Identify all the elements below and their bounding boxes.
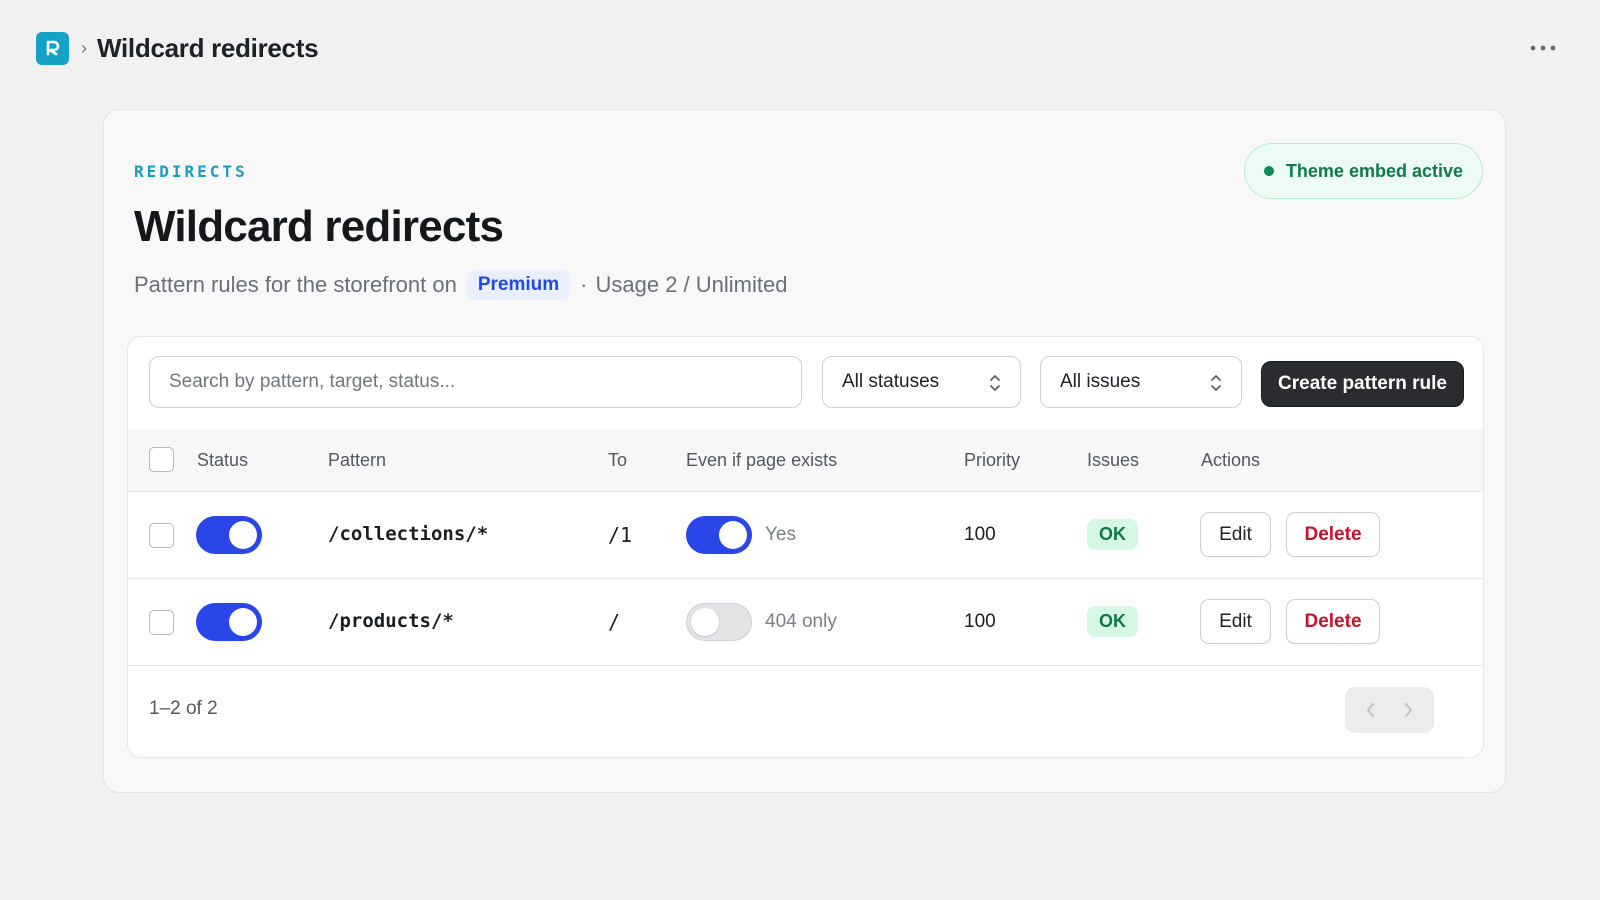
top-bar: › Wildcard redirects <box>36 30 1560 66</box>
select-all-checkbox[interactable] <box>149 447 174 472</box>
table-row: /products/* / 404 only 100 OK Edit Delet… <box>128 579 1483 666</box>
logo-icon[interactable] <box>36 31 69 65</box>
page-subtitle: Pattern rules for the storefront on Prem… <box>134 270 787 300</box>
plan-badge: Premium <box>466 270 571 300</box>
delete-button[interactable]: Delete <box>1286 512 1380 557</box>
row-checkbox[interactable] <box>149 610 174 635</box>
column-header-status[interactable]: Status <box>197 450 248 471</box>
column-header-priority[interactable]: Priority <box>964 450 1020 471</box>
priority-cell: 100 <box>964 524 996 545</box>
even-if-exists-label: 404 only <box>765 611 837 632</box>
column-header-to[interactable]: To <box>608 450 627 471</box>
pagination-count: 1–2 of 2 <box>149 698 218 719</box>
column-header-even-if-page-exists[interactable]: Even if page exists <box>686 450 837 471</box>
status-toggle[interactable] <box>196 603 262 641</box>
search-input[interactable] <box>149 356 802 408</box>
column-header-pattern[interactable]: Pattern <box>328 450 386 471</box>
status-filter-select[interactable]: All statuses <box>822 356 1021 408</box>
status-filter-value: All statuses <box>842 371 940 392</box>
page-title: Wildcard redirects <box>134 202 504 251</box>
priority-cell: 100 <box>964 611 996 632</box>
theme-embed-label: Theme embed active <box>1285 160 1463 181</box>
table-row: /collections/* /1 Yes 100 OK Edit Delete <box>128 492 1483 579</box>
breadcrumb-current: Wildcard redirects <box>97 32 319 63</box>
even-if-exists-label: Yes <box>765 524 796 545</box>
chevron-right-icon[interactable] <box>1401 701 1415 719</box>
status-dot-icon <box>1263 166 1274 176</box>
even-if-exists-toggle[interactable] <box>686 603 752 641</box>
chevron-left-icon[interactable] <box>1364 701 1378 719</box>
pagination-controls <box>1345 687 1434 733</box>
breadcrumb-separator: › <box>81 37 87 58</box>
toolbar: All statuses All issues Create pattern r… <box>128 337 1483 429</box>
delete-button[interactable]: Delete <box>1286 599 1380 644</box>
issues-filter-value: All issues <box>1060 371 1141 392</box>
edit-button[interactable]: Edit <box>1200 512 1271 557</box>
to-cell: /1 <box>608 523 633 547</box>
row-checkbox[interactable] <box>149 523 174 548</box>
theme-embed-status: Theme embed active <box>1243 143 1483 199</box>
edit-button[interactable]: Edit <box>1200 599 1271 644</box>
column-header-issues[interactable]: Issues <box>1087 450 1139 471</box>
chevron-updown-icon <box>1209 372 1223 400</box>
column-header-actions: Actions <box>1201 450 1261 470</box>
table-header: Status Pattern To Even if page exists Pr… <box>128 429 1483 492</box>
to-cell: / <box>608 610 621 634</box>
pattern-cell: /collections/* <box>328 523 489 545</box>
subtitle-separator: · <box>580 272 588 297</box>
create-pattern-rule-button[interactable]: Create pattern rule <box>1261 361 1464 407</box>
more-horizontal-icon[interactable] <box>1526 34 1560 62</box>
pattern-cell: /products/* <box>328 610 454 632</box>
issues-badge: OK <box>1087 606 1138 637</box>
chevron-updown-icon <box>988 372 1002 400</box>
status-toggle[interactable] <box>196 516 262 554</box>
subtitle-text: Pattern rules for the storefront on <box>134 272 457 297</box>
main-card: REDIRECTS Wildcard redirects Pattern rul… <box>103 109 1506 793</box>
even-if-exists-toggle[interactable] <box>686 516 752 554</box>
usage-text: Usage 2 / Unlimited <box>595 272 788 297</box>
section-eyebrow: REDIRECTS <box>134 162 248 181</box>
issues-badge: OK <box>1087 519 1138 550</box>
issues-filter-select[interactable]: All issues <box>1040 356 1242 408</box>
rules-panel: All statuses All issues Create pattern r… <box>127 336 1484 758</box>
